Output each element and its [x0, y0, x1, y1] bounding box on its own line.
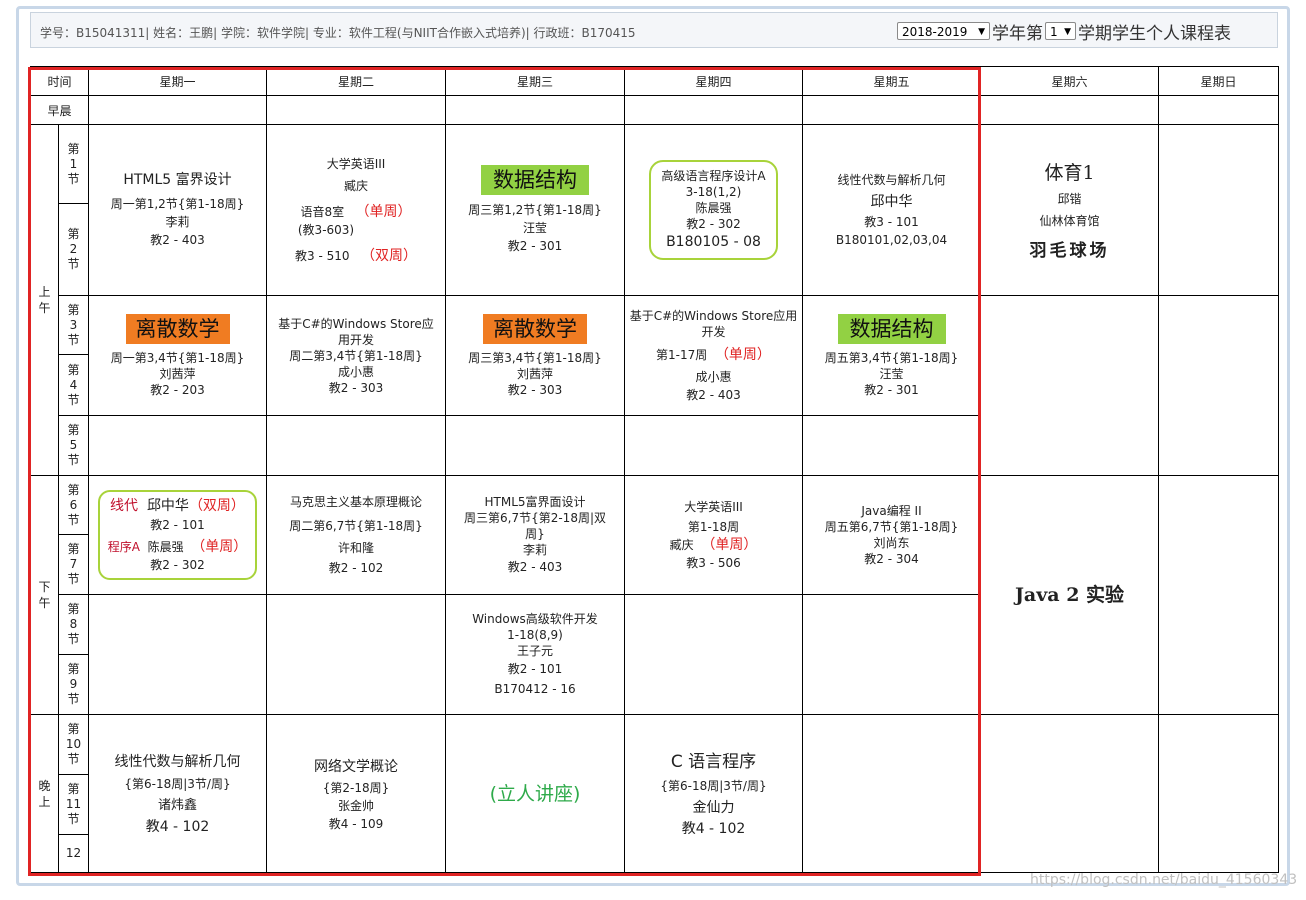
timetable: 时间 星期一 星期二 星期三 星期四 星期五 星期六 星期日 早晨 上午 第1节…	[30, 66, 1279, 873]
row-label-am: 上午	[30, 124, 59, 476]
course-thu-eve[interactable]: C 语言程序 {第6-18周|3节/周} 金仙力 教4 - 102	[624, 714, 803, 873]
col-mon: 星期一	[88, 66, 267, 96]
col-sat: 星期六	[980, 66, 1159, 96]
term-select[interactable]: 1 ▼	[1045, 22, 1076, 40]
course-tue-12[interactable]: 大学英语III 臧庆 语音8室 （单周） (教3-603) 教3 - 510 （…	[266, 124, 446, 296]
watermark: https://blog.csdn.net/baidu_41560343	[1030, 872, 1298, 888]
course-fri-67[interactable]: Java编程 II 周五第6,7节{第1-18周} 刘尚东 教2 - 304	[802, 475, 981, 595]
row-label-eve: 晚上	[30, 714, 59, 873]
course-fri-34[interactable]: 数据结构 周五第3,4节{第1-18周} 汪莹 教2 - 301	[802, 295, 981, 416]
chevron-down-icon: ▼	[1064, 27, 1071, 37]
row-label-p3: 第3节	[58, 295, 89, 355]
year-select-value: 2018-2019	[902, 25, 968, 39]
course-wed-89[interactable]: Windows高级软件开发 1-18(8,9) 王子元 教2 - 101 B17…	[445, 594, 625, 715]
col-tue: 星期二	[266, 66, 446, 96]
row-label-early: 早晨	[30, 95, 89, 125]
chevron-down-icon: ▼	[978, 27, 985, 37]
row-label-p11: 第11节	[58, 774, 89, 835]
course-fri-12[interactable]: 线性代数与解析几何 邱中华 教3 - 101 B180101,02,03,04	[802, 124, 981, 296]
course-tue-34[interactable]: 基于C#的Windows Store应用开发 周二第3,4节{第1-18周} 成…	[266, 295, 446, 416]
course-tue-67[interactable]: 马克思主义基本原理概论 周二第6,7节{第1-18周} 许和隆 教2 - 102	[266, 475, 446, 595]
course-thu-67[interactable]: 大学英语III 第1-18周 臧庆 （单周） 教3 - 506	[624, 475, 803, 595]
col-fri: 星期五	[802, 66, 981, 96]
course-mon-34[interactable]: 离散数学 周一第3,4节{第1-18周} 刘茜萍 教2 - 203	[88, 295, 267, 416]
row-label-pm: 下午	[30, 475, 59, 715]
year-suffix: 学年第	[992, 24, 1043, 44]
course-wed-67[interactable]: HTML5富界面设计 周三第6,7节{第2-18周|双周} 李莉 教2 - 40…	[445, 475, 625, 595]
year-select[interactable]: 2018-2019 ▼	[897, 22, 990, 40]
course-mon-12[interactable]: HTML5 富界设计 周一第1,2节{第1-18周} 李莉 教2 - 403	[88, 124, 267, 296]
row-label-p6: 第6节	[58, 475, 89, 535]
course-tue-eve[interactable]: 网络文学概论 {第2-18周} 张金帅 教4 - 109	[266, 714, 446, 873]
row-label-p2: 第2节	[58, 203, 89, 296]
course-mon-eve[interactable]: 线性代数与解析几何 {第6-18周|3节/周} 诸炜鑫 教4 - 102	[88, 714, 267, 873]
course-wed-34[interactable]: 离散数学 周三第3,4节{第1-18周} 刘茜萍 教2 - 303	[445, 295, 625, 416]
page-title: 学期学生个人课程表	[1078, 24, 1231, 44]
row-label-p8: 第8节	[58, 594, 89, 655]
col-wed: 星期三	[445, 66, 625, 96]
course-wed-eve[interactable]: (立人讲座)	[445, 714, 625, 873]
row-label-p7: 第7节	[58, 534, 89, 595]
course-thu-34[interactable]: 基于C#的Windows Store应用开发 第1-17周 （单周） 成小惠 教…	[624, 295, 803, 416]
term-select-value: 1	[1050, 25, 1058, 39]
row-label-p12: 12	[58, 834, 89, 873]
row-label-p9: 第9节	[58, 654, 89, 715]
row-early: 早晨	[30, 95, 1279, 125]
student-info: 学号：B15041311| 姓名：王鹏| 学院：软件学院| 专业：软件工程(与N…	[40, 26, 636, 40]
row-label-p5: 第5节	[58, 415, 89, 476]
col-thu: 星期四	[624, 66, 803, 96]
row-label-p10: 第10节	[58, 714, 89, 775]
highlight-box: 线代 邱中华（双周） 教2 - 101 程序A 陈晨强 （单周） 教2 - 30…	[97, 490, 258, 580]
highlight-box: 高级语言程序设计A 3-18(1,2) 陈晨强 教2 - 302 B180105…	[649, 160, 778, 260]
row-label-p4: 第4节	[58, 354, 89, 416]
course-thu-12[interactable]: 高级语言程序设计A 3-18(1,2) 陈晨强 教2 - 302 B180105…	[624, 124, 803, 296]
course-sat-am[interactable]: 体育1 邱锴 仙林体育馆 羽毛球场	[980, 124, 1159, 296]
course-mon-67[interactable]: 线代 邱中华（双周） 教2 - 101 程序A 陈晨强 （单周） 教2 - 30…	[88, 475, 267, 595]
course-wed-12[interactable]: 数据结构 周三第1,2节{第1-18周} 汪莹 教2 - 301	[445, 124, 625, 296]
page-header: 学号：B15041311| 姓名：王鹏| 学院：软件学院| 专业：软件工程(与N…	[30, 12, 1278, 48]
col-sun: 星期日	[1158, 66, 1279, 96]
col-time: 时间	[30, 66, 89, 96]
row-label-p1: 第1节	[58, 124, 89, 204]
course-sat-pm[interactable]: Java 2 实验	[980, 475, 1159, 715]
header-row: 时间 星期一 星期二 星期三 星期四 星期五 星期六 星期日	[30, 66, 1279, 96]
